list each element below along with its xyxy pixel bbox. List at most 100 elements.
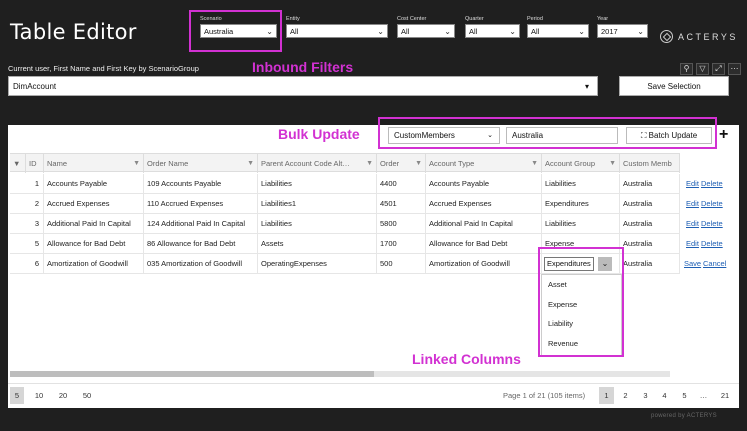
col-label: Order — [380, 159, 400, 168]
filter-quarter[interactable]: Quarter All ⌄ — [465, 14, 520, 38]
cell-custom-member: Australia — [620, 234, 680, 254]
cell-order: 4400 — [377, 174, 426, 194]
filter-icon[interactable]: ▼ — [247, 154, 254, 173]
cell-order-name: 109 Accounts Payable — [144, 174, 258, 194]
col-order-name[interactable]: Order Name ▼ — [144, 154, 258, 173]
cell-custom-member: Australia — [620, 214, 680, 234]
col-name[interactable]: Name ▼ — [44, 154, 144, 173]
filter-select[interactable]: All ⌄ — [286, 24, 388, 38]
bulk-value-input[interactable]: Australia — [506, 127, 618, 144]
page-size-option[interactable]: 50 — [79, 387, 95, 404]
cancel-link[interactable]: Cancel — [703, 254, 726, 274]
delete-link[interactable]: Delete — [701, 174, 723, 194]
col-id[interactable]: ID — [26, 154, 44, 173]
filter-label: Entity — [286, 16, 300, 22]
page-size-option[interactable]: 5 — [10, 387, 24, 404]
filter-entity[interactable]: Entity All ⌄ — [286, 14, 388, 38]
page-button[interactable]: 21 — [716, 387, 734, 404]
cell-account-type: Accrued Expenses — [426, 194, 542, 214]
dimension-select[interactable]: DimAccount ▾ — [8, 76, 598, 96]
highlight-box-linked — [538, 247, 624, 357]
cell-order-name: 035 Amortization of Goodwill — [144, 254, 258, 274]
page-info: Page 1 of 21 (105 items) — [503, 391, 586, 400]
edit-link[interactable]: Edit — [686, 174, 699, 194]
col-label: Parent Account Code Alt… — [261, 159, 350, 168]
edit-link[interactable]: Edit — [686, 234, 699, 254]
edit-link[interactable]: Edit — [686, 214, 699, 234]
filter-icon[interactable]: ▼ — [415, 154, 422, 173]
page-size-option[interactable]: 20 — [55, 387, 71, 404]
filter-period[interactable]: Period All ⌄ — [527, 14, 589, 38]
pin-icon[interactable]: ⚲ — [680, 63, 693, 75]
cell-account-type: Additional Paid In Capital — [426, 214, 542, 234]
cell-account-group: Liabilities — [542, 174, 620, 194]
col-order[interactable]: Order ▼ — [377, 154, 426, 173]
filter-cost-center[interactable]: Cost Center All ⌄ — [397, 14, 455, 38]
filter-year[interactable]: Year 2017 ⌄ — [597, 14, 648, 38]
page-ellipsis: … — [699, 391, 708, 400]
cell-order: 1700 — [377, 234, 426, 254]
filter-select[interactable]: All ⌄ — [397, 24, 455, 38]
filter-icon[interactable]: ▼ — [366, 154, 373, 173]
edit-link[interactable]: Edit — [686, 194, 699, 214]
filter-icon[interactable]: ▼ — [609, 154, 616, 173]
user-info-line: Current user, First Name and First Key b… — [8, 64, 199, 73]
filter-label: Quarter — [465, 16, 484, 22]
filter-label: Cost Center — [397, 16, 427, 22]
chevron-down-icon: ▾ — [584, 82, 589, 91]
page-button[interactable]: 3 — [638, 387, 653, 404]
add-row-button[interactable]: + — [719, 126, 728, 144]
chevron-down-icon: ⌄ — [377, 27, 384, 36]
page-button[interactable]: 2 — [618, 387, 633, 404]
cell-order: 500 — [377, 254, 426, 274]
visual-toolbar: ⚲ ▽ ⤢ ⋯ — [680, 63, 741, 75]
col-parent[interactable]: Parent Account Code Alt… ▼ — [258, 154, 377, 173]
cell-parent: Liabilities1 — [258, 194, 377, 214]
delete-link[interactable]: Delete — [701, 194, 723, 214]
focus-icon[interactable]: ⤢ — [712, 63, 725, 75]
cell-name: Accrued Expenses — [44, 194, 144, 214]
col-custom-member[interactable]: Custom Memb — [620, 154, 680, 173]
filter-label: Period — [527, 16, 543, 22]
cell-custom-member: Australia — [620, 194, 680, 214]
col-label: Account Type — [429, 159, 475, 168]
horizontal-scrollbar[interactable] — [10, 371, 670, 377]
col-account-type[interactable]: Account Type ▼ — [426, 154, 542, 173]
more-icon[interactable]: ⋯ — [728, 63, 741, 75]
cell-name: Allowance for Bad Debt — [44, 234, 144, 254]
filter-select[interactable]: All ⌄ — [527, 24, 589, 38]
cell-account-type: Allowance for Bad Debt — [426, 234, 542, 254]
cell-custom-member: Australia — [620, 254, 680, 274]
powered-by: powered by ACTERYS — [651, 413, 717, 419]
page-size-option[interactable]: 10 — [31, 387, 47, 404]
scrollbar-thumb[interactable] — [10, 371, 374, 377]
filter-icon[interactable]: ▼ — [133, 154, 140, 173]
cell-parent: OperatingExpenses — [258, 254, 377, 274]
filter-icon[interactable]: ▽ — [696, 63, 709, 75]
delete-link[interactable]: Delete — [701, 214, 723, 234]
save-link[interactable]: Save — [684, 254, 701, 274]
page-button[interactable]: 5 — [677, 387, 692, 404]
cell-name: Amortization of Goodwill — [44, 254, 144, 274]
cell-order-name: 110 Accrued Expenses — [144, 194, 258, 214]
save-selection-button[interactable]: Save Selection — [619, 76, 729, 96]
filter-icon[interactable]: ▼ — [10, 154, 26, 173]
delete-link[interactable]: Delete — [701, 234, 723, 254]
table-row[interactable]: 3 Additional Paid In Capital 124 Additio… — [10, 214, 680, 234]
cell-id: 1 — [26, 174, 44, 194]
annotation-inbound-filters: Inbound Filters — [252, 59, 354, 75]
filter-select[interactable]: All ⌄ — [465, 24, 520, 38]
filter-icon[interactable]: ▼ — [531, 154, 538, 173]
page-button[interactable]: 1 — [599, 387, 614, 404]
col-label: Name — [47, 159, 68, 168]
logo-text: ACTERYS — [678, 31, 738, 42]
table-row[interactable]: 1 Accounts Payable 109 Accounts Payable … — [10, 174, 680, 194]
col-label: Account Group — [545, 159, 596, 168]
col-account-group[interactable]: Account Group ▼ — [542, 154, 620, 173]
page-button[interactable]: 4 — [657, 387, 672, 404]
cell-account-group: Expenditures — [542, 194, 620, 214]
table-row[interactable]: 2 Accrued Expenses 110 Accrued Expenses … — [10, 194, 680, 214]
batch-update-button[interactable]: ⛶ Batch Update — [626, 127, 712, 144]
bulk-member-select[interactable]: CustomMembers ⌄ — [388, 127, 500, 144]
filter-select[interactable]: 2017 ⌄ — [597, 24, 648, 38]
